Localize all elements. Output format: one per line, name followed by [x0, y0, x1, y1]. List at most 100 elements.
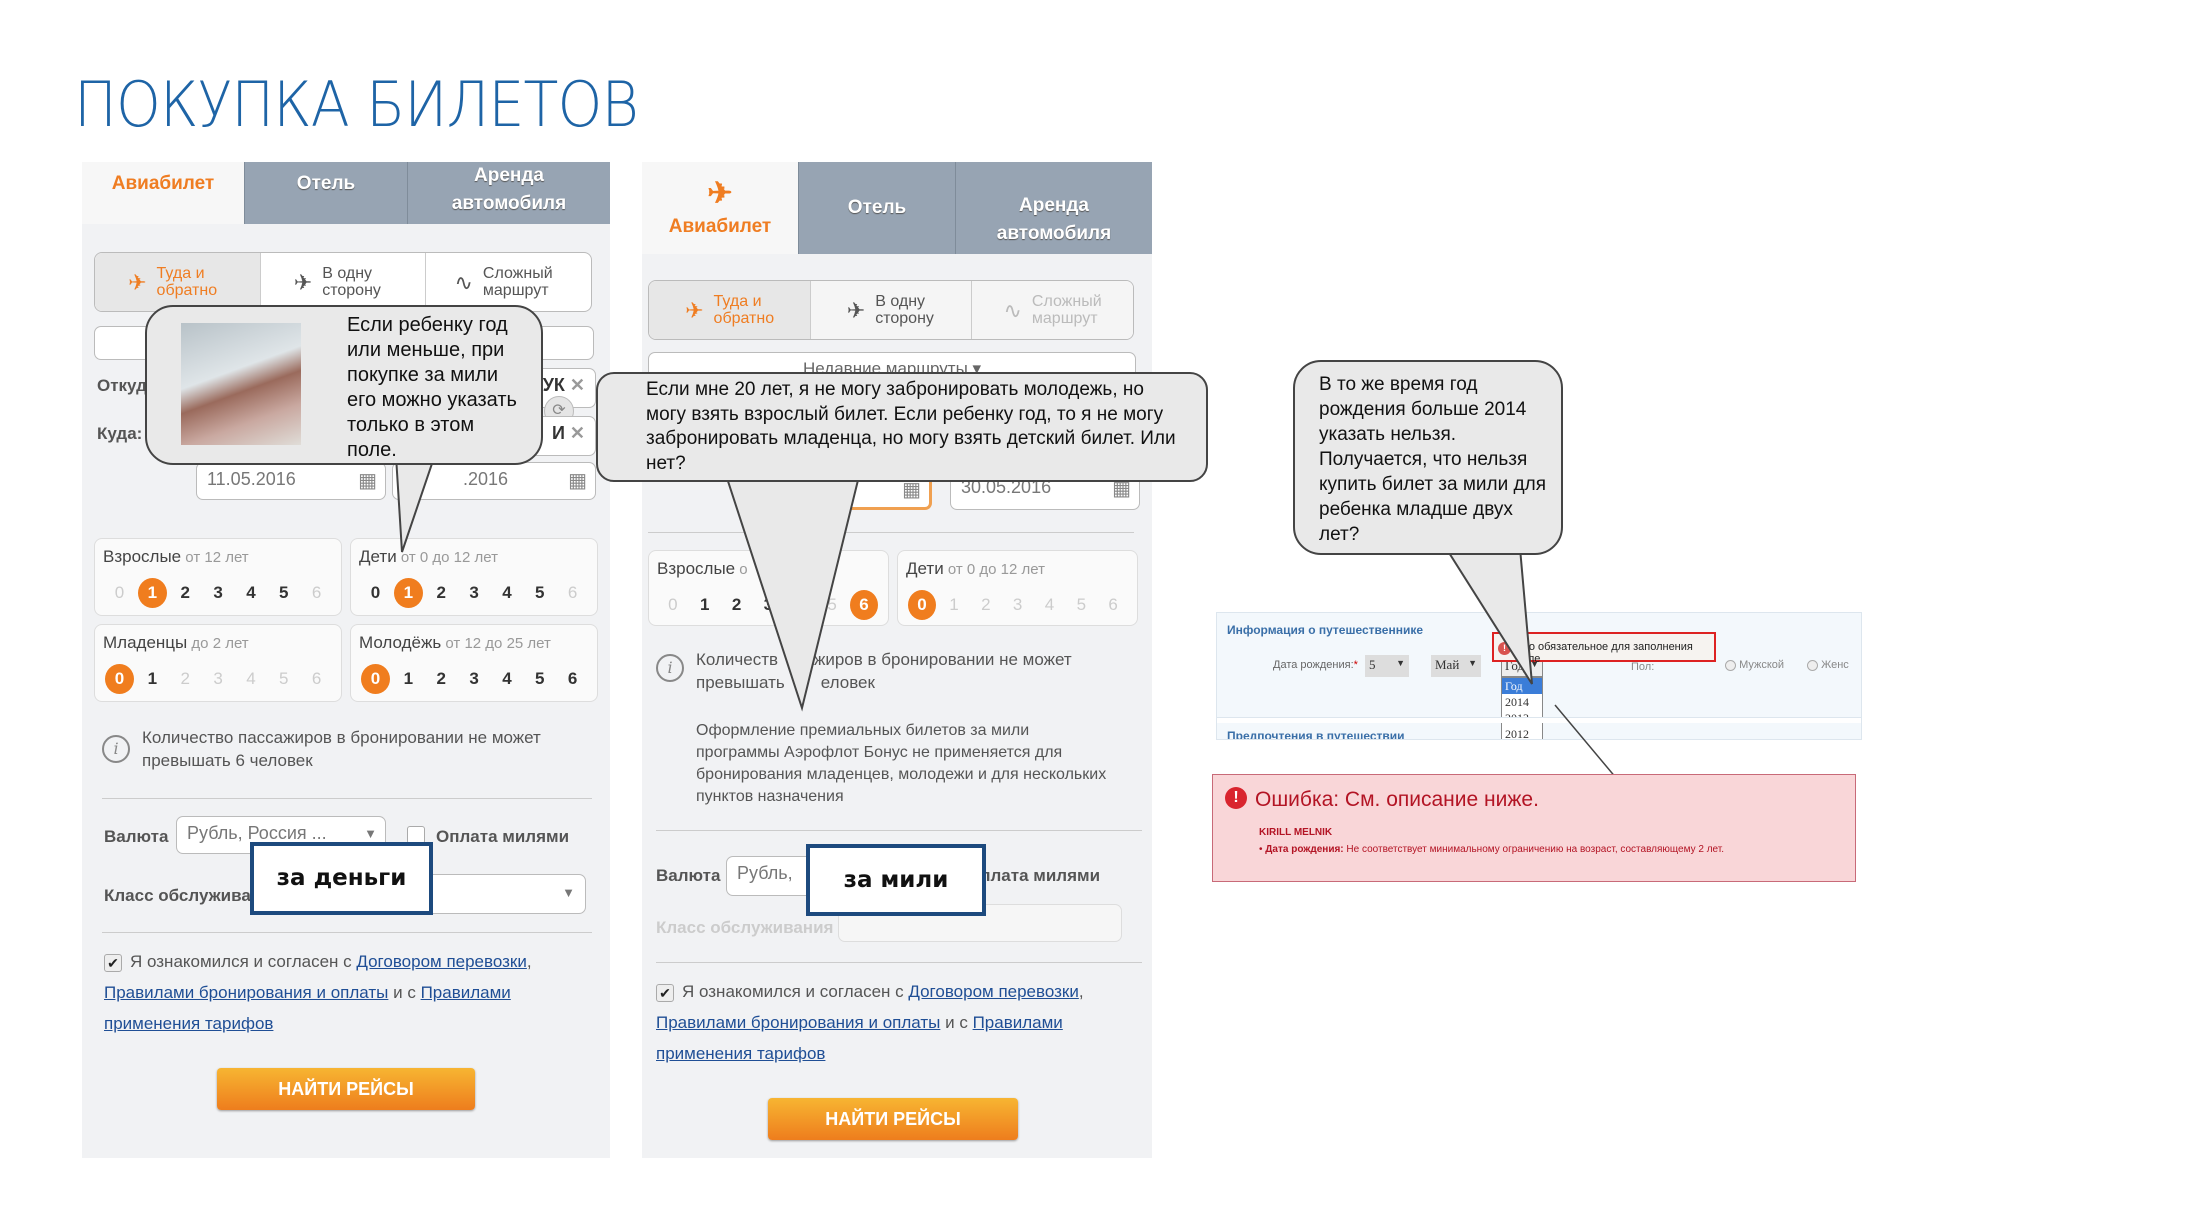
count-option-1: 1: [949, 595, 959, 614]
product-tabs: Авиабилет Отель Аренда автомобиля: [82, 162, 610, 224]
count-option-1[interactable]: 1: [392, 663, 425, 695]
count-option-3[interactable]: 3: [458, 577, 491, 609]
count-option-1[interactable]: 1: [137, 578, 167, 608]
callout-pointer-middle: [722, 472, 863, 712]
tab-flight[interactable]: ✈ Авиабилет: [642, 162, 798, 254]
dob-label: Дата рождения:*: [1273, 659, 1358, 671]
count-option-1[interactable]: 1: [393, 578, 423, 608]
passenger-type-name: Взрослые: [103, 547, 182, 566]
count-option-2[interactable]: 2: [425, 663, 458, 695]
service-class-label: Класс обслужива: [104, 886, 251, 905]
count-option-5[interactable]: 5: [523, 577, 556, 609]
pay-miles-label: Оплата милями: [967, 866, 1101, 885]
link-carriage-contract[interactable]: Договором перевозки: [356, 952, 526, 971]
route-round-trip[interactable]: ✈ Туда и обратно: [649, 281, 810, 339]
callout-pointer-right: [1444, 548, 1533, 685]
year-option[interactable]: 2012: [1502, 726, 1542, 739]
link-booking-rules[interactable]: Правилами бронирования и оплаты: [656, 1013, 940, 1032]
product-tabs: ✈ Авиабилет Отель Аренда автомобиля: [642, 162, 1152, 254]
error-message-box: ! Ошибка: См. описание ниже. KIRILL MELN…: [1212, 774, 1856, 882]
count-option-6: 6: [1108, 595, 1118, 614]
label-for-miles: за мили: [806, 844, 986, 916]
count-option-2: 2: [180, 669, 190, 688]
search-flights-button[interactable]: НАЙТИ РЕЙСЫ: [768, 1098, 1018, 1140]
clear-icon[interactable]: ✕: [570, 423, 585, 443]
error-detail: • Дата рождения: Не соответствует минима…: [1259, 844, 1725, 855]
agreement-text: Я ознакомился и согласен с Договором пер…: [104, 952, 532, 1033]
callout-right: В то же время год рождения больше 2014 у…: [1293, 360, 1563, 555]
count-option-5: 5: [1076, 595, 1087, 614]
gender-label: Пол:: [1631, 661, 1655, 673]
passenger-count-selector: 0123456: [103, 577, 333, 609]
count-option-0: 0: [114, 583, 125, 602]
count-option-0[interactable]: 0: [361, 664, 390, 694]
link-booking-rules[interactable]: Правилами бронирования и оплаты: [104, 983, 388, 1002]
count-option-1[interactable]: 1: [136, 663, 169, 695]
passenger-grid: Взрослые от 12 лет 0 1 2 3 4 5 6 Дети от 0 до 12…: [94, 538, 598, 708]
route-type-selector: ✈ Туда и обратно ✈ В одну сторону ∿ Сложный…: [94, 252, 592, 312]
plane-icon: ✈: [707, 177, 733, 210]
count-option-3[interactable]: 3: [458, 663, 491, 695]
service-class-label: Класс обслуживания: [656, 918, 834, 937]
route-one-way[interactable]: ✈ В одну сторону: [809, 281, 972, 339]
passenger-age-range: от 12 лет: [181, 549, 249, 566]
count-option-4[interactable]: 4: [491, 663, 524, 695]
count-option-5[interactable]: 5: [523, 663, 556, 695]
passenger-box-1: Дети от 0 до 12 лет 0 1 2 3 4 5 6: [897, 550, 1138, 626]
count-option-5: 5: [279, 669, 289, 688]
info-icon: i: [102, 735, 130, 763]
count-option-2[interactable]: 2: [169, 577, 202, 609]
link-carriage-contract[interactable]: Договором перевозки: [908, 982, 1078, 1001]
section-title: Информация о путешественнике: [1227, 623, 1423, 637]
tab-car-rental[interactable]: Аренда автомобиля: [407, 162, 610, 224]
calendar-icon[interactable]: ▦: [568, 468, 587, 493]
tab-flight[interactable]: Авиабилет: [82, 162, 244, 224]
tab-hotel[interactable]: Отель: [798, 162, 955, 254]
count-option-6[interactable]: 6: [556, 663, 589, 695]
passenger-count-selector: 0123456: [906, 589, 1129, 621]
passenger-count-selector: 0123456: [359, 663, 589, 695]
count-option-6: 6: [311, 583, 322, 602]
zigzag-route-icon: ∿: [1003, 297, 1022, 323]
gender-female-option[interactable]: Женс: [1807, 659, 1849, 671]
count-option-0[interactable]: 0: [359, 577, 392, 609]
count-option-4[interactable]: 4: [491, 577, 524, 609]
currency-label: Валюта: [104, 827, 169, 846]
clear-icon[interactable]: ✕: [570, 375, 585, 395]
gender-male-option[interactable]: Мужской: [1725, 659, 1784, 671]
count-option-6: 6: [567, 583, 578, 602]
passenger-count-selector: 0123456: [359, 577, 589, 609]
count-option-3[interactable]: 3: [202, 577, 235, 609]
count-option-0[interactable]: 0: [908, 590, 937, 620]
radio-icon: [1725, 659, 1736, 671]
passenger-box-3: Молодёжь от 12 до 25 лет 0 1 2 3 4 5 6: [350, 624, 598, 702]
error-title: Ошибка: См. описание ниже.: [1255, 788, 1539, 811]
search-flights-button[interactable]: НАЙТИ РЕЙСЫ: [217, 1068, 475, 1110]
count-option-4: 4: [1044, 595, 1055, 614]
divider: [102, 798, 592, 799]
divider: [656, 962, 1142, 963]
count-option-0: 0: [668, 595, 678, 614]
callout-middle: Если мне 20 лет, я не могу забронировать…: [596, 372, 1208, 482]
route-one-way[interactable]: ✈ В одну сторону: [259, 253, 426, 311]
route-round-trip[interactable]: ✈ Туда и обратно: [95, 253, 260, 311]
count-option-0[interactable]: 0: [105, 664, 134, 694]
date-from-input[interactable]: 11.05.2016 ▦: [196, 462, 386, 500]
chevron-down-icon: ▼: [1396, 658, 1405, 668]
round-trip-plane-icon: ✈: [128, 269, 147, 295]
route-complex[interactable]: ∿ Сложный маршрут: [425, 253, 591, 311]
count-option-4[interactable]: 4: [235, 577, 268, 609]
count-option-2: 2: [981, 595, 991, 614]
tab-car-rental[interactable]: Аренда автомобиля: [955, 162, 1152, 254]
round-trip-plane-icon: ✈: [685, 297, 704, 323]
passenger-age-range: от 12 до 25 лет: [441, 635, 551, 652]
to-label: Куда:: [97, 424, 143, 443]
day-select[interactable]: 5 ▼: [1365, 655, 1409, 677]
tab-hotel[interactable]: Отель: [244, 162, 407, 224]
count-option-2[interactable]: 2: [425, 577, 458, 609]
page-title: ПОКУПКА БИЛЕТОВ: [74, 68, 639, 141]
count-option-5[interactable]: 5: [267, 577, 300, 609]
divider: [656, 830, 1142, 831]
plane-icon: ✈: [846, 297, 866, 323]
zigzag-route-icon: ∿: [454, 269, 473, 295]
